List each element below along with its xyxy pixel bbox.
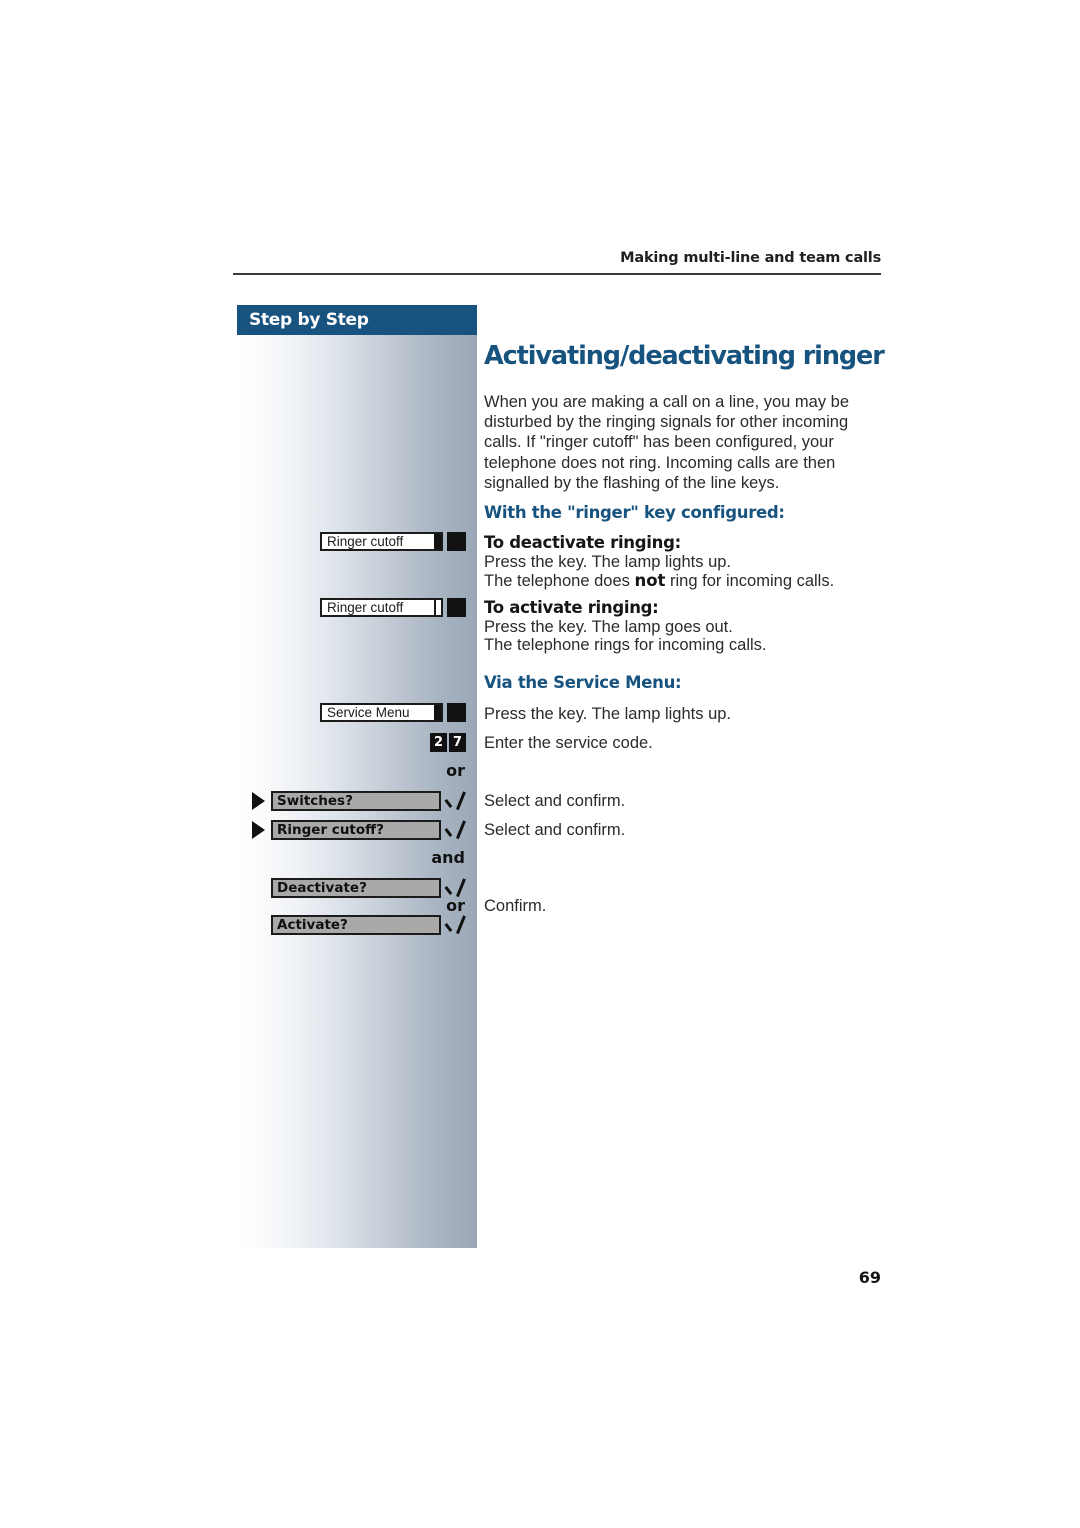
menu-option-box[interactable]: Activate?	[271, 915, 441, 935]
menu-option-ringer-cutoff[interactable]: Ringer cutoff?	[252, 820, 465, 840]
select-and-confirm-1: Select and confirm.	[484, 792, 626, 810]
deactivate-instruction-2-part2: ring for incoming calls.	[665, 572, 835, 590]
running-header: Making multi-line and team calls	[620, 250, 881, 266]
phone-key-ringer-cutoff-lamp-off[interactable]: Ringer cutoff	[320, 598, 466, 617]
menu-option-box[interactable]: Switches?	[271, 791, 441, 811]
service-instruction-2: Enter the service code.	[484, 734, 653, 752]
intro-paragraph: When you are making a call on a line, yo…	[484, 393, 850, 492]
key-label-box: Service Menu	[320, 703, 443, 722]
menu-option-box[interactable]: Deactivate?	[271, 878, 441, 898]
deactivate-instruction-2-part1: The telephone does	[484, 572, 635, 590]
checkmark-icon[interactable]	[448, 820, 465, 840]
deactivate-instruction-1: Press the key. The lamp lights up.	[484, 553, 732, 571]
deactivate-instruction-2: The telephone does not ring for incoming…	[484, 571, 834, 591]
menu-option-switches[interactable]: Switches?	[252, 791, 465, 811]
checkmark-icon[interactable]	[448, 915, 465, 935]
key-cap-icon[interactable]	[447, 703, 466, 722]
section-heading-ringer-key: With the "ringer" key configured:	[484, 503, 785, 522]
service-instruction-1: Press the key. The lamp lights up.	[484, 705, 732, 723]
service-code-keypad[interactable]: 2 7	[430, 733, 466, 752]
deactivate-instruction-2-emphasis: not	[634, 571, 666, 590]
keypad-digit-2[interactable]: 2	[430, 733, 447, 752]
heading-to-activate-ringing: To activate ringing:	[484, 598, 659, 617]
connector-or-2: or	[446, 896, 465, 915]
triangle-right-icon	[252, 821, 265, 839]
select-and-confirm-2: Select and confirm.	[484, 821, 626, 839]
phone-key-service-menu[interactable]: Service Menu	[320, 703, 466, 722]
connector-and: and	[431, 848, 465, 867]
section-heading-service-menu: Via the Service Menu:	[484, 673, 682, 692]
confirm-instruction: Confirm.	[484, 897, 547, 915]
key-label: Ringer cutoff	[327, 534, 404, 549]
menu-option-activate[interactable]: Activate?	[252, 915, 465, 935]
page-title: Activating/deactivating ringer	[484, 341, 885, 371]
phone-key-ringer-cutoff-lamp-on[interactable]: Ringer cutoff	[320, 532, 466, 551]
key-label-box: Ringer cutoff	[320, 598, 443, 617]
key-cap-icon[interactable]	[447, 598, 466, 617]
menu-option-deactivate[interactable]: Deactivate?	[252, 878, 465, 898]
key-lamp-off-indicator	[434, 600, 441, 615]
key-lamp-on-indicator	[434, 705, 441, 720]
connector-or-1: or	[446, 761, 465, 780]
triangle-right-icon	[252, 792, 265, 810]
key-label: Ringer cutoff	[327, 600, 404, 615]
menu-option-box[interactable]: Ringer cutoff?	[271, 820, 441, 840]
keypad-digit-7[interactable]: 7	[449, 733, 466, 752]
checkmark-icon[interactable]	[448, 878, 465, 898]
heading-to-deactivate-ringing: To deactivate ringing:	[484, 533, 681, 552]
step-by-step-title: Step by Step	[249, 310, 369, 330]
key-cap-icon[interactable]	[447, 532, 466, 551]
activate-instruction-1: Press the key. The lamp goes out.	[484, 618, 733, 636]
activate-instruction-2: The telephone rings for incoming calls.	[484, 636, 767, 654]
page-number: 69	[858, 1268, 881, 1287]
key-label-box: Ringer cutoff	[320, 532, 443, 551]
key-label: Service Menu	[327, 705, 410, 720]
checkmark-icon[interactable]	[448, 791, 465, 811]
header-rule	[233, 273, 881, 275]
key-lamp-on-indicator	[434, 534, 441, 549]
